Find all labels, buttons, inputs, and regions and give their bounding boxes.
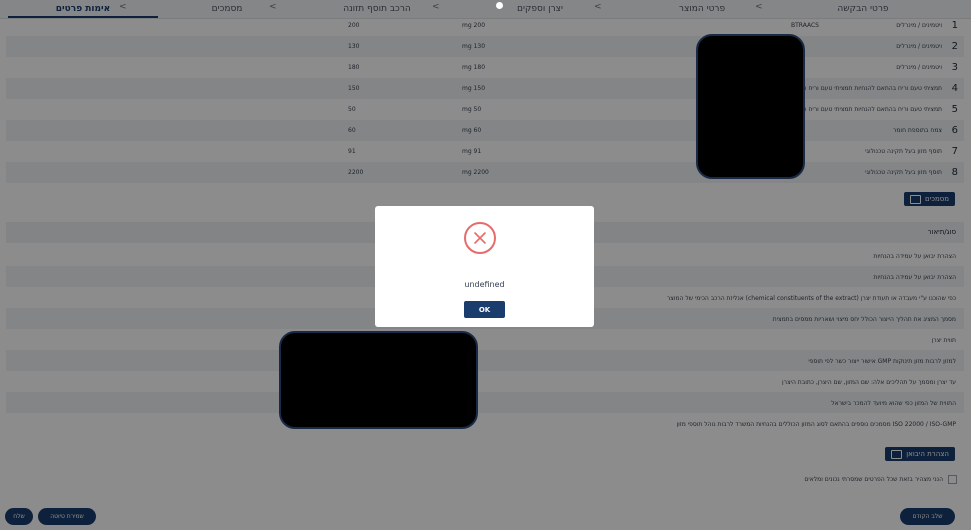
page: פרטי הבקשה < פרטי המוצר < יצרן וספקים < … <box>0 0 971 530</box>
error-dialog: undefined OK <box>375 206 594 327</box>
ok-button[interactable]: OK <box>464 301 505 318</box>
cursor-dot <box>496 2 503 9</box>
error-icon <box>464 222 496 254</box>
dialog-message: undefined <box>464 280 505 289</box>
